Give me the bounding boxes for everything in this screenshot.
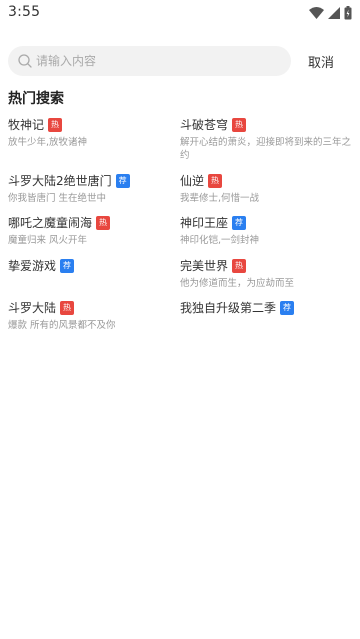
- hot-item-desc: 他为修道而生，为应劫而至: [180, 278, 295, 289]
- hot-item-desc: 我辈修士,何惜一战: [180, 193, 260, 204]
- hot-item-desc: 爆款 所有的风景都不及你: [8, 320, 116, 331]
- hot-item[interactable]: 斗罗大陆2绝世唐门荐 你我皆唐门 生在绝世中: [8, 172, 183, 205]
- hot-item-name: 神印王座: [180, 216, 229, 230]
- hot-item-name: 我独自升级第二季: [180, 301, 277, 315]
- hot-badge: 热: [60, 300, 75, 315]
- hot-badge: 热: [48, 117, 63, 132]
- hot-item-desc: 魔童归来 风火开年: [8, 235, 88, 246]
- hot-item[interactable]: 我独自升级第二季荐: [180, 299, 355, 319]
- hot-item[interactable]: 神印王座荐 神印化铠,一剑封神: [180, 214, 355, 247]
- hot-item-name: 牧神记: [8, 118, 45, 132]
- status-icons: [309, 5, 352, 21]
- hot-badge: 热: [96, 215, 111, 230]
- hot-item[interactable]: 哪吒之魔童闹海热 魔童归来 风火开年: [8, 214, 183, 247]
- search-bar: 取消: [8, 46, 352, 76]
- cancel-button[interactable]: 取消: [308, 52, 334, 71]
- hot-item-desc: 神印化铠,一剑封神: [180, 235, 260, 246]
- hot-item[interactable]: 斗破苍穹热 解开心结的萧炎，迎接即将到来的三年之约: [180, 116, 355, 162]
- rec-badge: 荐: [60, 258, 75, 273]
- signal-icon: [328, 7, 340, 19]
- search-input[interactable]: [36, 46, 282, 76]
- hot-item-name: 仙逆: [180, 174, 205, 188]
- status-time: 3:55: [8, 4, 41, 20]
- hot-search-title: 热门搜索: [8, 91, 64, 107]
- hot-item-name: 斗破苍穹: [180, 118, 229, 132]
- hot-item-name: 哪吒之魔童闹海: [8, 216, 93, 230]
- hot-item-name: 完美世界: [180, 259, 229, 273]
- hot-item-desc: 你我皆唐门 生在绝世中: [8, 193, 107, 204]
- hot-item[interactable]: 斗罗大陆热 爆款 所有的风景都不及你: [8, 299, 183, 332]
- hot-item[interactable]: 牧神记热 放牛少年,放牧诸神: [8, 116, 183, 149]
- rec-badge: 荐: [115, 173, 130, 188]
- status-bar: 3:55: [0, 0, 360, 26]
- hot-item-name: 挚爱游戏: [8, 259, 57, 273]
- battery-charging-icon: [344, 6, 352, 20]
- hot-badge: 热: [232, 117, 247, 132]
- rec-badge: 荐: [280, 300, 295, 315]
- hot-item[interactable]: 仙逆热 我辈修士,何惜一战: [180, 172, 355, 205]
- hot-item-desc: 放牛少年,放牧诸神: [8, 137, 88, 148]
- hot-badge: 热: [232, 258, 247, 273]
- hot-badge: 热: [208, 173, 223, 188]
- hot-item-name: 斗罗大陆: [8, 301, 57, 315]
- search-box[interactable]: [8, 46, 291, 76]
- rec-badge: 荐: [232, 215, 247, 230]
- hot-item-desc: 解开心结的萧炎，迎接即将到来的三年之约: [180, 137, 352, 161]
- hot-item-name: 斗罗大陆2绝世唐门: [8, 174, 112, 188]
- search-icon: [18, 54, 32, 68]
- hot-item[interactable]: 完美世界热 他为修道而生，为应劫而至: [180, 257, 355, 290]
- hot-item[interactable]: 挚爱游戏荐: [8, 257, 183, 277]
- wifi-icon: [309, 7, 324, 19]
